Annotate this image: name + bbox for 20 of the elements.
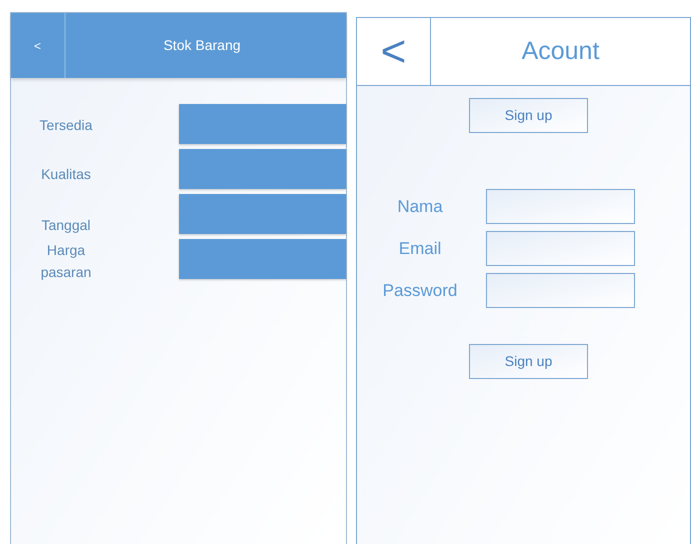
field-label: Email bbox=[398, 238, 442, 260]
input-field[interactable] bbox=[486, 189, 635, 224]
sign-up-button[interactable]: Sign up bbox=[469, 98, 588, 133]
field-label: Nama bbox=[396, 196, 444, 218]
field-label: Password bbox=[382, 280, 458, 302]
field-label: Harga pasaran bbox=[40, 241, 92, 282]
sign-up-button[interactable]: Sign up bbox=[469, 344, 588, 379]
field-label: Tersedia bbox=[38, 116, 94, 135]
field-label: Kualitas bbox=[40, 165, 92, 184]
input-field[interactable] bbox=[179, 104, 346, 144]
input-field[interactable] bbox=[179, 194, 346, 234]
screen-title: Stok Barang bbox=[162, 36, 242, 55]
input-field[interactable] bbox=[179, 149, 346, 189]
back-button[interactable]: < bbox=[357, 18, 431, 85]
back-button[interactable]: < bbox=[11, 13, 66, 78]
input-field[interactable] bbox=[179, 239, 346, 279]
input-field[interactable] bbox=[486, 231, 635, 266]
input-field[interactable] bbox=[486, 273, 635, 308]
field-label: Tanggal bbox=[40, 216, 92, 235]
screen-title: Acount bbox=[520, 36, 600, 67]
